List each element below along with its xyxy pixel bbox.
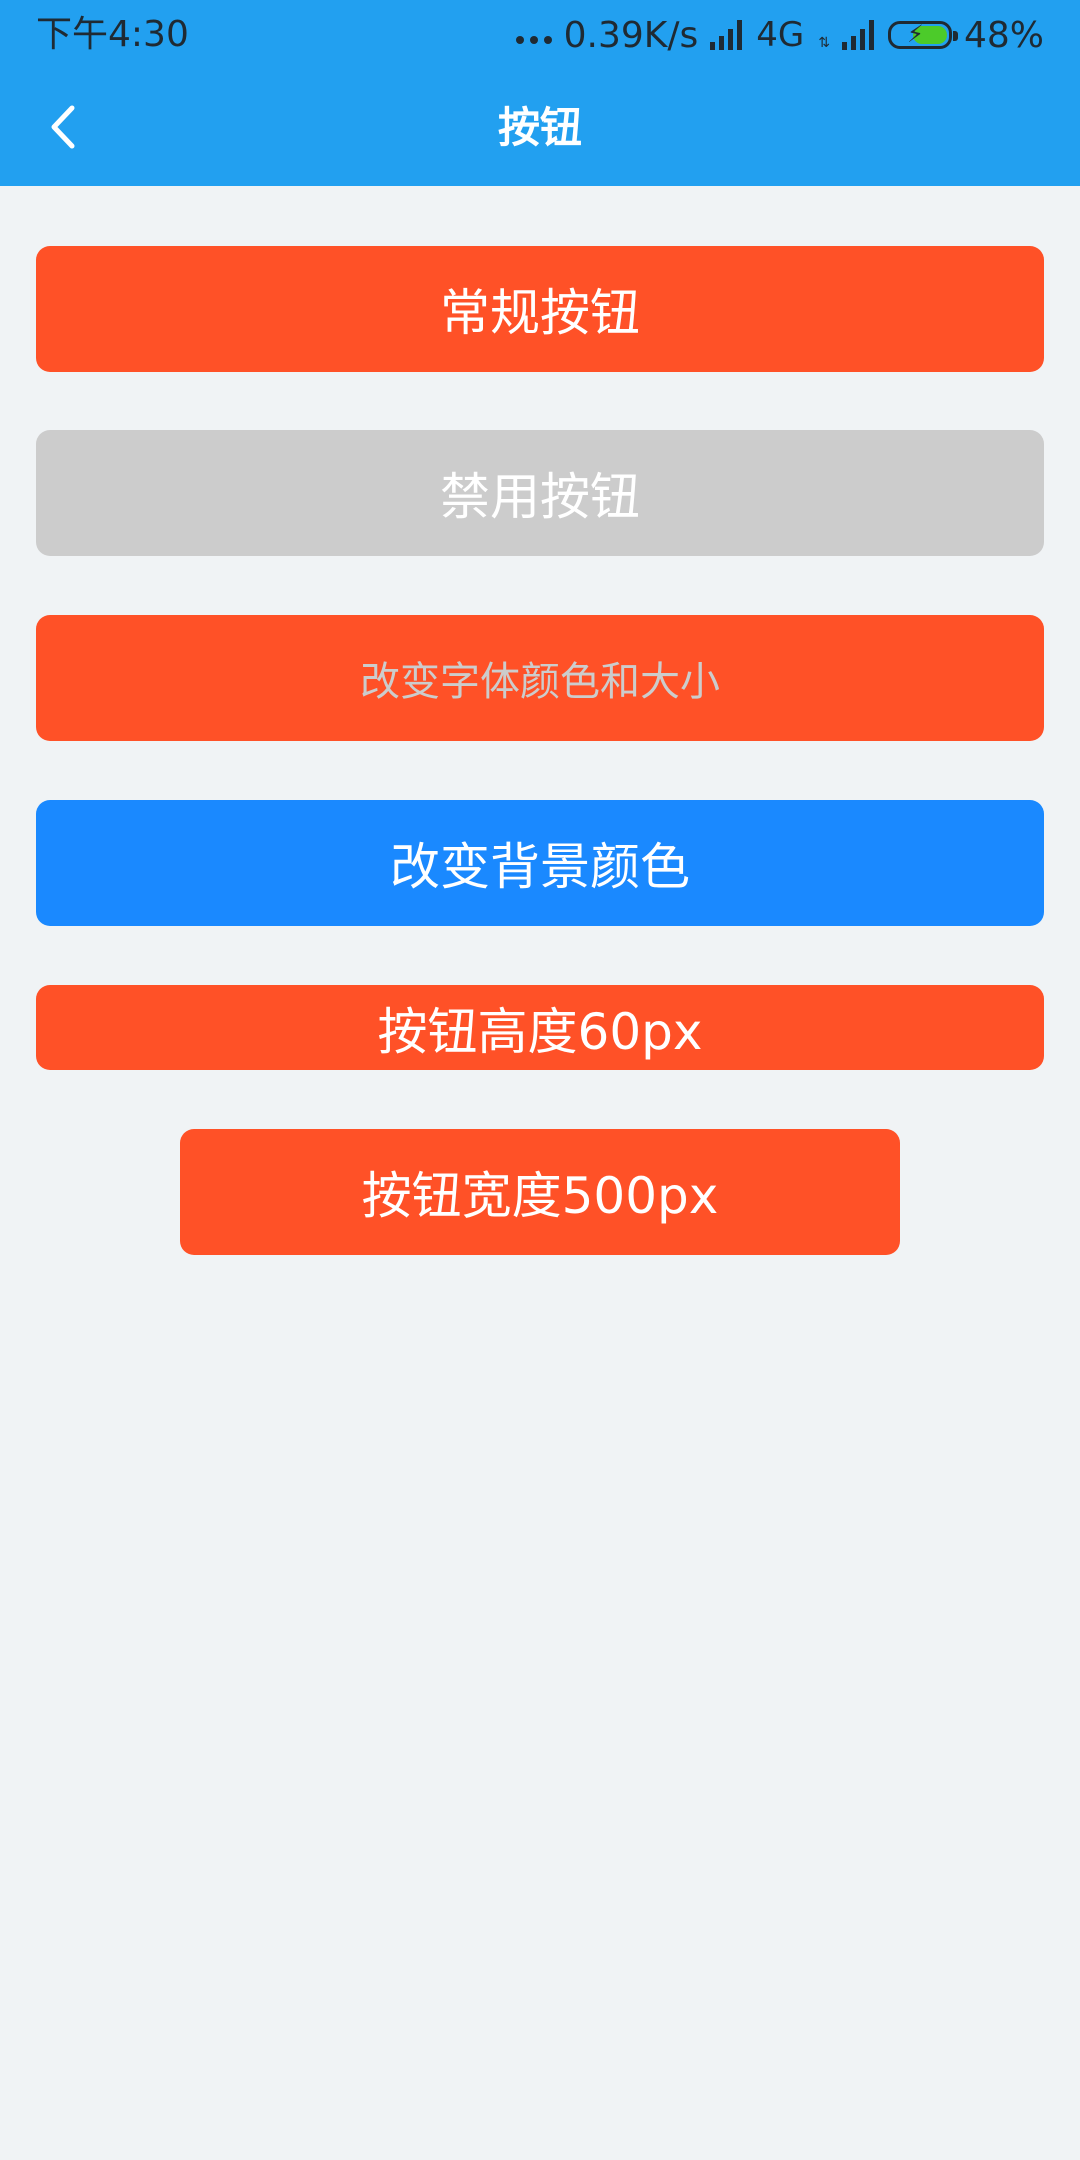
width-button-label: 按钮宽度500px — [361, 1167, 719, 1225]
network-type: 4G — [756, 15, 805, 55]
background-color-button[interactable]: 改变背景颜色 — [36, 800, 1044, 926]
background-color-button-label: 改变背景颜色 — [390, 838, 690, 896]
signal-icon — [710, 20, 744, 50]
normal-button[interactable]: 常规按钮 — [36, 246, 1044, 372]
width-button[interactable]: 按钮宽度500px — [180, 1129, 900, 1255]
more-dots-icon — [515, 12, 552, 58]
status-time: 下午4:30 — [36, 14, 189, 55]
status-bar: 下午4:30 0.39K/s 4G ⇅ ⚡ 48% — [0, 0, 1080, 70]
disabled-button: 禁用按钮 — [36, 430, 1044, 556]
normal-button-label: 常规按钮 — [440, 284, 640, 342]
signal-icon — [841, 20, 876, 50]
status-icons: 0.39K/s 4G ⇅ ⚡ 48% — [515, 12, 1044, 58]
font-color-button[interactable]: 改变字体颜色和大小 — [36, 615, 1044, 741]
height-button-label: 按钮高度60px — [377, 1002, 703, 1061]
network-speed: 0.39K/s — [563, 14, 699, 56]
navbar: 按钮 — [0, 70, 1080, 186]
header: 下午4:30 0.39K/s 4G ⇅ ⚡ 48% 按钮 — [0, 0, 1080, 186]
page-title: 按钮 — [497, 103, 582, 152]
disabled-button-label: 禁用按钮 — [440, 468, 640, 526]
battery-charging-icon: ⚡ — [887, 20, 958, 49]
height-button[interactable]: 按钮高度60px — [36, 985, 1044, 1070]
network-arrows-icon: ⇅ — [818, 35, 830, 51]
battery-percent: 48% — [963, 14, 1044, 56]
font-color-button-label: 改变字体颜色和大小 — [360, 659, 720, 705]
